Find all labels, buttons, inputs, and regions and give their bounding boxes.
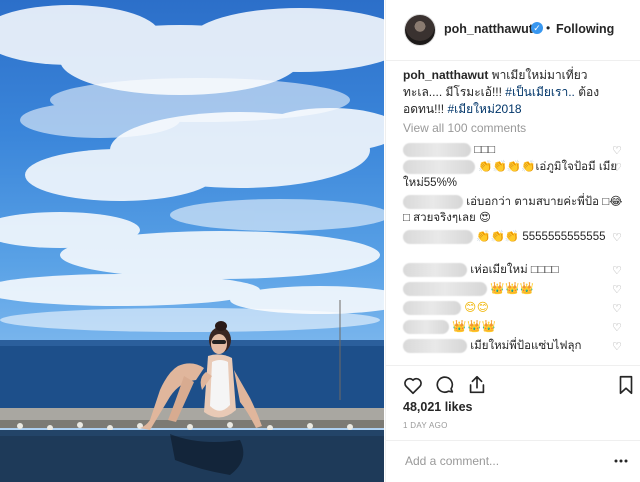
comment-heart-icon[interactable]: ♡ — [612, 163, 623, 174]
header-separator: • — [546, 21, 551, 35]
comment-item: เห่อเมียใหม่ □□□□ — [403, 262, 623, 278]
caption-hashtag-2[interactable]: #เมียใหม่2018 — [447, 102, 521, 116]
photo-scene — [0, 5, 384, 482]
avatar[interactable] — [404, 14, 436, 46]
caption-username[interactable]: poh_natthawut — [403, 68, 488, 82]
post-header: poh_natthawut ✓ • Following — [386, 0, 640, 61]
comment-username-redacted[interactable] — [403, 338, 467, 353]
following-button[interactable]: Following — [556, 22, 614, 36]
post-photo[interactable] — [0, 0, 384, 482]
comment-item: 👑👑👑 — [403, 281, 623, 297]
comment-username-redacted[interactable] — [403, 319, 449, 334]
caption-hashtag-1[interactable]: #เป็นเมียเรา.. — [505, 85, 575, 99]
post-caption: poh_natthawut พาเมียใหม่มาเที่ยวทะเล....… — [403, 67, 625, 118]
comment-heart-icon[interactable]: ♡ — [612, 266, 623, 277]
post-side-panel: poh_natthawut ✓ • Following poh_natthawu… — [385, 0, 640, 482]
comment-heart-icon[interactable]: ♡ — [612, 342, 623, 353]
view-all-comments-link[interactable]: View all 100 comments — [403, 121, 526, 135]
comment-heart-icon[interactable]: ♡ — [612, 233, 623, 244]
comment-item: 👏👏👏👏เอ่ภูมิใจป้อมี เมียใหม่55%% — [403, 159, 623, 191]
comments-list: □□□ ♡ 👏👏👏👏เอ่ภูมิใจป้อมี เมียใหม่55%% ♡ … — [386, 138, 640, 364]
comment-text: 👑👑👑 — [452, 321, 497, 333]
add-comment-input[interactable] — [403, 451, 597, 471]
comment-text: 😊😊 — [464, 302, 490, 314]
comment-heart-icon[interactable]: ♡ — [612, 323, 623, 334]
comment-username-redacted[interactable] — [403, 281, 487, 296]
comment-text: เห่อเมียใหม่ □□□□ — [470, 264, 559, 276]
comment-heart-icon[interactable]: ♡ — [612, 304, 623, 315]
add-comment-bar — [386, 440, 640, 482]
action-bar — [386, 365, 640, 402]
comment-heart-icon[interactable]: ♡ — [612, 146, 623, 157]
comment-item: 👏👏👏 5555555555555 — [403, 229, 623, 245]
comment-item: 😊😊 — [403, 300, 623, 316]
comment-text: เมียใหม่พี่ป้อแซ่บไฟลุก — [470, 340, 582, 352]
comment-username-redacted[interactable] — [403, 194, 463, 209]
comment-username-redacted[interactable] — [403, 262, 467, 277]
post-timestamp: 1 DAY AGO — [403, 421, 448, 430]
comment-heart-icon[interactable]: ♡ — [612, 198, 623, 209]
likes-count[interactable]: 48,021 likes — [403, 400, 473, 414]
comment-text: 👑👑👑 — [490, 283, 535, 295]
comment-username-redacted[interactable] — [403, 142, 471, 157]
comment-icon[interactable] — [434, 374, 456, 396]
verified-badge-icon: ✓ — [531, 22, 543, 34]
comment-item: 👑👑👑 — [403, 319, 623, 335]
heart-icon[interactable] — [402, 374, 424, 396]
header-username[interactable]: poh_natthawut — [444, 22, 533, 36]
comment-text: 👏👏👏 5555555555555 — [476, 231, 606, 243]
share-icon[interactable] — [466, 374, 488, 396]
more-options-icon[interactable] — [614, 456, 628, 466]
comment-item: เอ่บอกว่า ตามสบายค่ะพี่ป้อ □😂 □ สวยจริงๆ… — [403, 194, 623, 226]
comment-item: □□□ — [403, 142, 623, 158]
comment-item: เมียใหม่พี่ป้อแซ่บไฟลุก — [403, 338, 623, 354]
bookmark-icon[interactable] — [615, 374, 637, 396]
instagram-post: poh_natthawut ✓ • Following poh_natthawu… — [0, 0, 640, 482]
comment-username-redacted[interactable] — [403, 159, 475, 174]
comment-text: □□□ — [474, 144, 496, 156]
comment-heart-icon[interactable]: ♡ — [612, 285, 623, 296]
comment-username-redacted[interactable] — [403, 229, 473, 244]
comment-username-redacted[interactable] — [403, 300, 461, 315]
